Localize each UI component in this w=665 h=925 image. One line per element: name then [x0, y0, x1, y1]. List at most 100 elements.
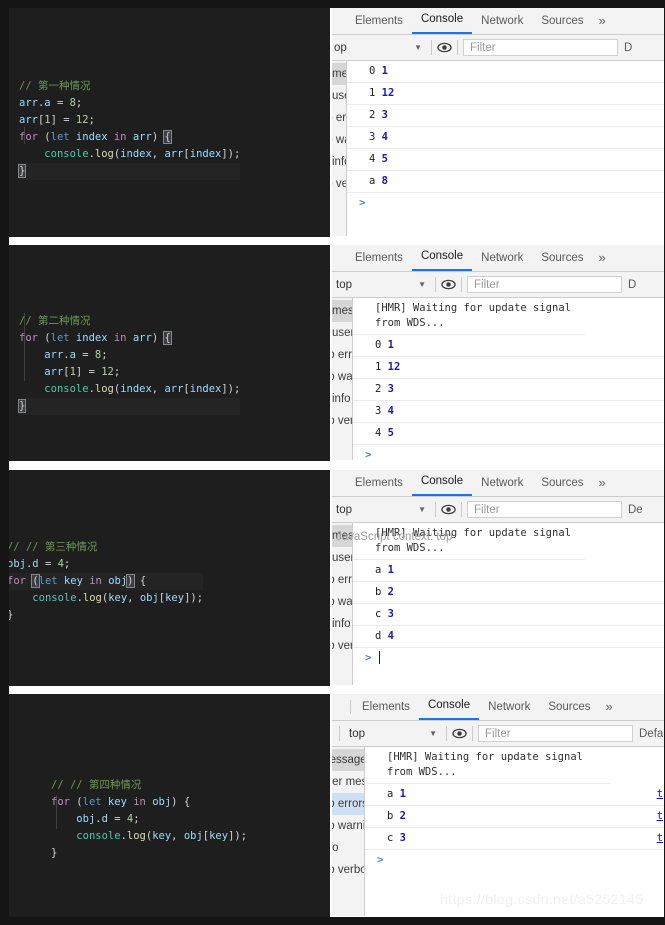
tab-console[interactable]: Console	[411, 470, 473, 496]
console-sidebar[interactable]: messages user messages No errors No warn…	[332, 747, 365, 916]
log-level-selector[interactable]: D	[628, 279, 636, 291]
devtools-console-1[interactable]: Elements Console Network Sources » op ▼ …	[332, 8, 665, 237]
tab-more-icon[interactable]: »	[593, 245, 612, 271]
console-row[interactable]: 3 4	[347, 127, 665, 149]
tab-sources[interactable]: Sources	[532, 245, 592, 271]
console-prompt[interactable]: >	[353, 648, 665, 667]
sidebar-item-info[interactable]: info	[332, 151, 346, 173]
devtools-tab-bar[interactable]: Elements Console Network Sources »	[332, 470, 665, 497]
sidebar-item-verbose[interactable]: No verbose	[332, 410, 352, 432]
console-row[interactable]: c 3 t	[365, 828, 665, 850]
console-row[interactable]: 4 5	[347, 149, 665, 171]
code-editor-2[interactable]: // 第二种情况 for (let index in arr) { arr.a =…	[9, 245, 330, 461]
sidebar-item-info[interactable]: info	[332, 837, 364, 859]
eye-icon[interactable]	[441, 502, 456, 517]
console-prompt[interactable]: >	[365, 850, 665, 869]
console-row[interactable]: 4 5	[353, 423, 665, 445]
tab-sources[interactable]: Sources	[532, 470, 592, 496]
tab-network[interactable]: Network	[472, 245, 532, 271]
eye-icon[interactable]	[441, 277, 456, 292]
context-selector[interactable]: top ▼	[345, 728, 441, 740]
console-sidebar[interactable]: messages user messages No errors No warn…	[332, 298, 353, 460]
console-toolbar[interactable]: op ▼ Filter D	[332, 35, 665, 61]
sidebar-item-errors[interactable]: No errors	[332, 344, 352, 366]
devtools-console-2[interactable]: Elements Console Network Sources » top ▼…	[332, 245, 665, 461]
console-messages-3[interactable]: [HMR] Waiting for update signal from WDS…	[353, 523, 665, 685]
tab-console[interactable]: Console	[418, 694, 480, 720]
sidebar-item-info[interactable]: info	[332, 388, 352, 410]
console-row[interactable]: 1 12	[353, 357, 665, 379]
filter-input[interactable]: Filter	[478, 725, 633, 742]
console-row[interactable]: 1 12	[347, 83, 665, 105]
console-row[interactable]: 0 1	[353, 335, 665, 357]
tab-elements[interactable]: Elements	[353, 694, 419, 720]
console-toolbar[interactable]: top ▼ Filter D	[332, 272, 665, 298]
eye-icon[interactable]	[437, 40, 452, 55]
eye-icon[interactable]	[452, 726, 467, 741]
sidebar-item-errors[interactable]: No errors	[332, 569, 352, 591]
console-row[interactable]: 2 3	[347, 105, 665, 127]
sidebar-item-user-messages[interactable]: user messages	[332, 85, 346, 107]
context-selector[interactable]: op ▼	[332, 42, 426, 54]
console-sidebar[interactable]: messages user messages No errors No warn…	[332, 61, 347, 236]
console-row[interactable]: a 8	[347, 171, 665, 193]
sidebar-item-user-messages[interactable]: user messages	[332, 547, 352, 569]
sidebar-item-messages[interactable]: messages	[332, 749, 364, 771]
console-row-hmr[interactable]: [HMR] Waiting for update signal from WDS…	[365, 747, 610, 784]
console-messages-1[interactable]: 0 1 1 12 2 3 3 4 4 5 a 8 >	[347, 61, 665, 236]
context-selector[interactable]: top ▼	[332, 504, 430, 516]
context-selector[interactable]: top ▼	[332, 279, 430, 291]
sidebar-item-warnings[interactable]: No warnings	[332, 591, 352, 613]
filter-input[interactable]: Filter	[463, 39, 618, 56]
tab-elements[interactable]: Elements	[346, 470, 412, 496]
devtools-console-3[interactable]: Elements Console Network Sources » top ▼…	[332, 470, 665, 686]
console-row[interactable]: 3 4	[353, 401, 665, 423]
sidebar-item-errors[interactable]: No errors	[332, 793, 364, 815]
console-row[interactable]: c 3	[353, 604, 665, 626]
sidebar-item-user-messages[interactable]: user messages	[332, 771, 364, 793]
devtools-tab-bar[interactable]: Elements Console Network Sources »	[332, 245, 665, 272]
sidebar-item-messages[interactable]: messages	[332, 63, 346, 85]
console-sidebar[interactable]: messages user messages No errors No warn…	[332, 523, 353, 685]
console-row[interactable]: b 2 t	[365, 806, 665, 828]
tab-network[interactable]: Network	[472, 470, 532, 496]
console-prompt[interactable]: >	[353, 445, 665, 460]
console-row-hmr[interactable]: [HMR] Waiting for update signal from WDS…	[353, 298, 585, 335]
tab-elements[interactable]: Elements	[346, 245, 412, 271]
filter-input[interactable]: Filter	[467, 276, 622, 293]
sidebar-item-warnings[interactable]: No warnings	[332, 815, 364, 837]
sidebar-item-user-messages[interactable]: user messages	[332, 322, 352, 344]
log-level-selector[interactable]: D	[624, 42, 632, 54]
console-row[interactable]: a 1 t	[365, 784, 665, 806]
sidebar-item-messages[interactable]: messages	[332, 525, 352, 547]
tab-elements[interactable]: Elements	[346, 8, 412, 34]
source-link[interactable]: t	[657, 809, 663, 824]
devtools-console-4[interactable]: Elements Console Network Sources » top ▼…	[332, 694, 665, 917]
devtools-tab-bar[interactable]: Elements Console Network Sources »	[332, 8, 665, 35]
sidebar-item-warnings[interactable]: No warnings	[332, 129, 346, 151]
code-editor-1[interactable]: // 第一种情况 arr.a = 8; arr[1] = 12; for (let i…	[9, 8, 330, 237]
source-link[interactable]: t	[657, 787, 663, 802]
sidebar-item-warnings[interactable]: No warnings	[332, 366, 352, 388]
tab-network[interactable]: Network	[472, 8, 532, 34]
sidebar-item-errors[interactable]: No errors	[332, 107, 346, 129]
console-row[interactable]: 0 1	[347, 61, 665, 83]
sidebar-item-messages[interactable]: messages	[332, 300, 352, 322]
console-prompt[interactable]: >	[347, 193, 665, 212]
console-toolbar[interactable]: top ▼ Filter De	[332, 497, 665, 523]
devtools-tab-bar[interactable]: Elements Console Network Sources »	[332, 694, 665, 721]
log-level-selector[interactable]: De	[628, 504, 643, 516]
console-toolbar[interactable]: top ▼ Filter Defa	[332, 721, 665, 747]
filter-input[interactable]: Filter	[467, 501, 622, 518]
tab-sources[interactable]: Sources	[539, 694, 599, 720]
console-row-hmr[interactable]: [HMR] Waiting for update signal from WDS…	[353, 523, 585, 560]
source-link[interactable]: t	[657, 831, 663, 846]
sidebar-item-verbose[interactable]: No verbose	[332, 173, 346, 195]
tab-console[interactable]: Console	[411, 8, 473, 34]
sidebar-item-verbose[interactable]: No verbose	[332, 859, 364, 881]
code-editor-3[interactable]: // // 第三种情况 obj.d = 4; for (let key in obj…	[9, 470, 330, 686]
console-row[interactable]: b 2	[353, 582, 665, 604]
tab-more-icon[interactable]: »	[600, 694, 619, 720]
console-row[interactable]: a 1	[353, 560, 665, 582]
console-row[interactable]: 2 3	[353, 379, 665, 401]
